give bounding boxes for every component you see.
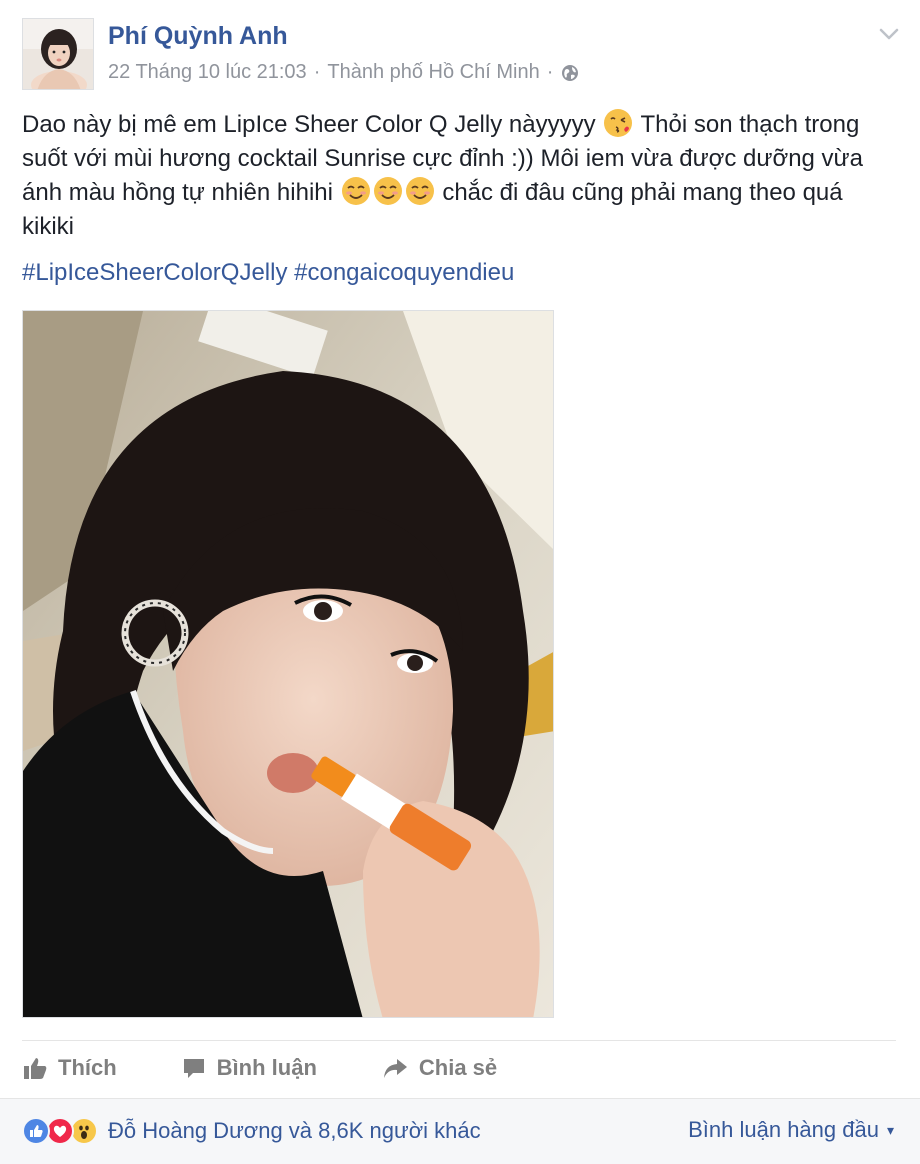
hashtag-link[interactable]: #congaicoquyendieu: [294, 259, 514, 286]
chevron-down-icon[interactable]: [878, 26, 900, 42]
post-text: Dao này bị mê em LipIce Sheer Color Q Je…: [22, 108, 892, 244]
author-name[interactable]: Phí Quỳnh Anh: [108, 22, 288, 51]
hashtag-line: #LipIceSheerColorQJelly #congaicoquyendi…: [22, 256, 514, 290]
meta-separator: ·: [546, 61, 554, 83]
comment-label: Bình luận: [216, 1055, 317, 1080]
like-label: Thích: [58, 1055, 117, 1080]
top-comments-label: Bình luận hàng đầu: [688, 1117, 879, 1142]
comment-bubble-icon: [183, 1059, 204, 1078]
reactions-summary[interactable]: Đỗ Hoàng Dương và 8,6K người khác: [22, 1117, 481, 1145]
reactions-footer: Đỗ Hoàng Dương và 8,6K người khác Bình l…: [0, 1098, 920, 1164]
smiling-face-emoji-icon: [405, 177, 434, 205]
post-text-part: Dao này bị mê em LipIce Sheer Color Q Je…: [22, 111, 596, 138]
share-label: Chia sẻ: [418, 1055, 498, 1080]
globe-icon[interactable]: [561, 64, 579, 82]
avatar-image: [23, 19, 93, 89]
comment-button[interactable]: Bình luận: [181, 1055, 317, 1081]
author-avatar[interactable]: [22, 18, 94, 90]
share-button[interactable]: Chia sẻ: [381, 1055, 497, 1081]
kissing-face-emoji-icon: [604, 109, 633, 137]
post-meta: 22 Tháng 10 lúc 21:03 · Thành phố Hồ Chí…: [108, 61, 579, 84]
reactors-link[interactable]: Đỗ Hoàng Dương và 8,6K người khác: [108, 1118, 481, 1144]
like-button[interactable]: Thích: [22, 1055, 117, 1081]
post-location[interactable]: Thành phố Hồ Chí Minh: [327, 61, 539, 84]
post-actions: Thích Bình luận Chia sẻ: [22, 1048, 561, 1088]
smiling-face-emoji-icon: [373, 177, 402, 205]
like-reaction-icon: [22, 1117, 50, 1145]
share-arrow-icon: [383, 1059, 407, 1078]
top-comments-dropdown[interactable]: Bình luận hàng đầu ▾: [688, 1117, 894, 1143]
love-reaction-icon: [46, 1117, 74, 1145]
thumbs-up-icon: [24, 1058, 47, 1079]
post-date[interactable]: 22 Tháng 10 lúc 21:03: [108, 61, 307, 84]
caret-down-icon: ▾: [886, 1121, 894, 1138]
post-photo[interactable]: [22, 310, 554, 1018]
facebook-post: Phí Quỳnh Anh 22 Tháng 10 lúc 21:03 · Th…: [0, 0, 920, 1164]
meta-separator: ·: [313, 61, 321, 83]
actions-divider: [22, 1040, 896, 1041]
hashtag-link[interactable]: #LipIceSheerColorQJelly: [22, 259, 287, 286]
smiling-face-emoji-icon: [341, 177, 370, 205]
wow-reaction-icon: [70, 1117, 98, 1145]
selfie-photo-image: [23, 311, 553, 1017]
